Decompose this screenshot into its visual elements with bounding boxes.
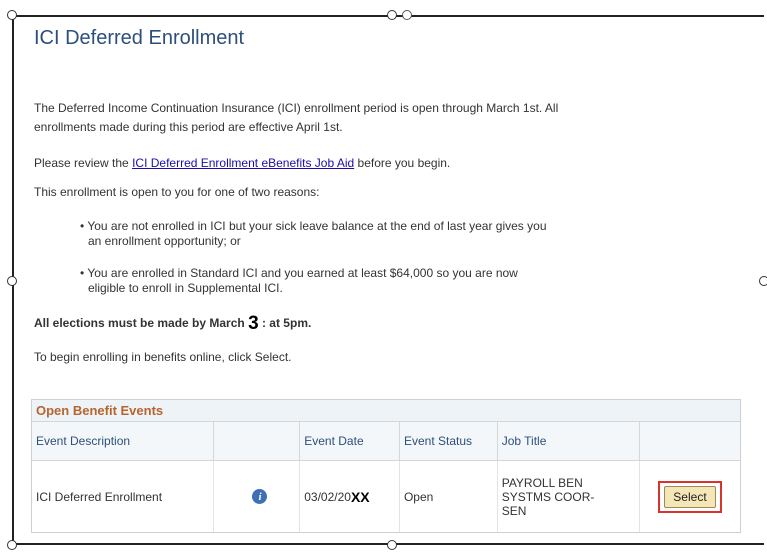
- cell-event-description: ICI Deferred Enrollment: [32, 461, 215, 532]
- reason-bullet-2-line-1: • You are enrolled in Standard ICI and y…: [80, 266, 518, 280]
- header-job-title: Job Title: [498, 422, 641, 460]
- review-suffix: before you begin.: [354, 156, 451, 170]
- intro-line-2: enrollments made during this period are …: [34, 120, 343, 134]
- select-highlight-box: Select: [658, 480, 722, 513]
- intro-text: The Deferred Income Continuation Insuran…: [34, 99, 558, 137]
- reason-bullet-1-line-1: • You are not enrolled in ICI but your s…: [80, 219, 547, 233]
- header-action: [640, 422, 740, 460]
- info-icon[interactable]: i: [252, 489, 268, 504]
- job-title-line-1: PAYROLL BEN: [501, 475, 583, 490]
- select-button[interactable]: Select: [664, 485, 716, 508]
- review-prefix: Please review the: [34, 156, 133, 170]
- review-text: Please review the ICI Deferred Enrollmen…: [34, 154, 450, 173]
- header-info: [214, 422, 301, 460]
- cell-action: Select: [640, 461, 740, 532]
- deadline-day: 3: [248, 313, 259, 334]
- cell-job-title: PAYROLL BEN SYSTMS COOR- SEN: [498, 461, 641, 532]
- reason-bullet-2: • You are enrolled in Standard ICI and y…: [80, 266, 680, 296]
- cell-event-date: 03/02/20 XX: [300, 461, 400, 532]
- reasons-intro: This enrollment is open to you for one o…: [34, 185, 320, 199]
- job-title-line-2: SYSTMS COOR-: [501, 489, 595, 504]
- open-benefit-events-grid: Open Benefit Events Event Description Ev…: [31, 399, 741, 533]
- header-event-status: Event Status: [400, 422, 498, 460]
- grid-caption: Open Benefit Events: [32, 400, 740, 422]
- resize-handle-middle-right[interactable]: [759, 276, 767, 286]
- resize-handle-top-left[interactable]: [7, 10, 17, 20]
- cell-info: i: [214, 461, 301, 532]
- deadline-prefix: All elections must be made by March: [34, 316, 249, 330]
- job-title-line-3: SEN: [501, 503, 527, 518]
- deadline-text: All elections must be made by March 3 : …: [34, 314, 311, 333]
- page-title: ICI Deferred Enrollment: [34, 27, 245, 49]
- resize-handle-bottom-center[interactable]: [387, 540, 397, 550]
- intro-line-1: The Deferred Income Continuation Insuran…: [34, 101, 559, 115]
- grid-header-row: Event Description Event Date Event Statu…: [32, 422, 740, 461]
- event-date-prefix: 03/02/20: [304, 489, 351, 504]
- job-aid-link[interactable]: ICI Deferred Enrollment eBenefits Job Ai…: [132, 156, 354, 170]
- resize-handle-top-center-2[interactable]: [402, 10, 412, 20]
- resize-handle-middle-left[interactable]: [7, 276, 17, 286]
- table-row: ICI Deferred Enrollment i 03/02/20 XX Ope…: [32, 461, 740, 532]
- resize-handle-bottom-left[interactable]: [7, 540, 17, 550]
- event-date-suffix: XX: [350, 488, 370, 505]
- begin-text: To begin enrolling in benefits online, c…: [34, 350, 292, 364]
- reason-bullet-1-line-2: an enrollment opportunity; or: [88, 234, 241, 248]
- resize-handle-top-center[interactable]: [387, 10, 397, 20]
- reason-bullet-2-line-2: eligible to enroll in Supplemental ICI.: [88, 281, 283, 295]
- reason-bullet-1: • You are not enrolled in ICI but your s…: [80, 219, 680, 249]
- deadline-suffix: : at 5pm.: [258, 316, 312, 330]
- header-event-date: Event Date: [300, 422, 400, 460]
- header-event-description: Event Description: [32, 422, 215, 460]
- cell-event-status: Open: [400, 461, 498, 532]
